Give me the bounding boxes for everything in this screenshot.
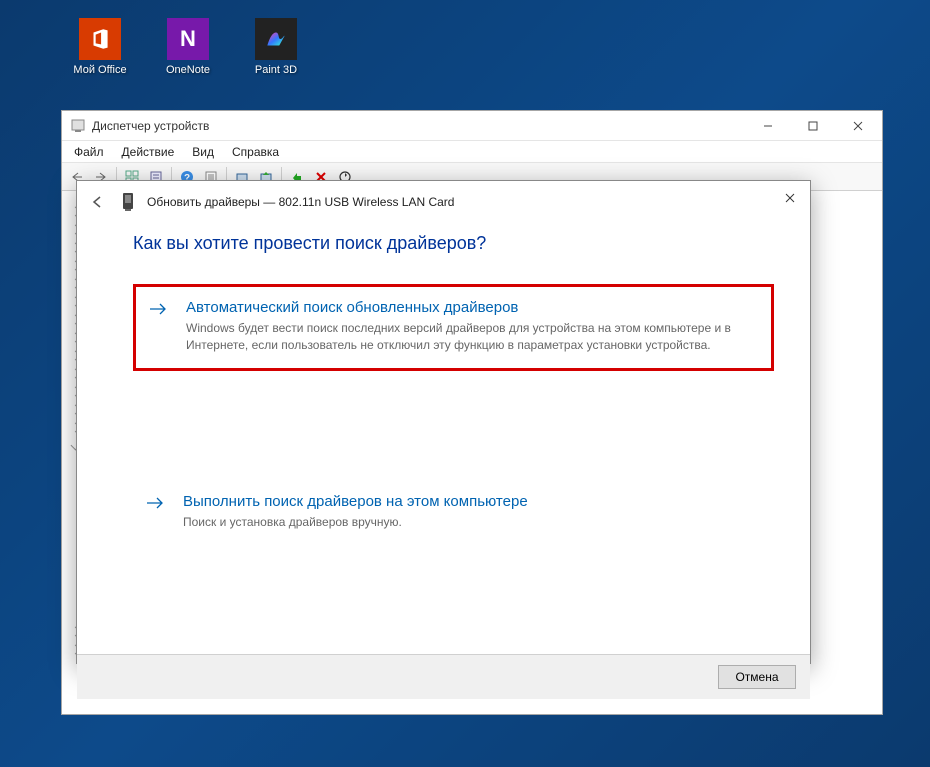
device-icon: [119, 191, 137, 213]
minimize-button[interactable]: [745, 111, 790, 140]
paint3d-icon: [255, 18, 297, 60]
option-description: Поиск и установка драйверов вручную.: [183, 514, 760, 531]
arrow-right-icon: [148, 301, 168, 317]
dialog-title: Обновить драйверы — 802.11n USB Wireless…: [147, 195, 454, 209]
arrow-right-icon: [145, 495, 165, 511]
cancel-button[interactable]: Отмена: [718, 665, 796, 689]
office-icon: [79, 18, 121, 60]
option-manual-search[interactable]: Выполнить поиск драйверов на этом компью…: [133, 481, 774, 545]
menubar: Файл Действие Вид Справка: [62, 141, 882, 163]
desktop-icon-label: OneNote: [166, 64, 210, 76]
menu-file[interactable]: Файл: [66, 143, 112, 161]
menu-help[interactable]: Справка: [224, 143, 287, 161]
desktop-icons: Мой Office N OneNote Paint 3D: [70, 18, 306, 76]
dialog-footer: Отмена: [77, 654, 810, 699]
dialog-header: Обновить драйверы — 802.11n USB Wireless…: [77, 181, 810, 221]
option-title: Автоматический поиск обновленных драйвер…: [186, 299, 757, 316]
desktop-icon-label: Мой Office: [73, 64, 126, 76]
menu-action[interactable]: Действие: [114, 143, 183, 161]
desktop-icon-onenote[interactable]: N OneNote: [158, 18, 218, 76]
dialog-device-name: 802.11n USB Wireless LAN Card: [279, 195, 455, 209]
back-button[interactable]: [87, 191, 109, 213]
titlebar[interactable]: Диспетчер устройств: [62, 111, 882, 141]
window-title: Диспетчер устройств: [92, 119, 745, 133]
dialog-question: Как вы хотите провести поиск драйверов?: [133, 233, 774, 254]
update-driver-dialog: Обновить драйверы — 802.11n USB Wireless…: [76, 180, 811, 664]
onenote-icon: N: [167, 18, 209, 60]
option-auto-search[interactable]: Автоматический поиск обновленных драйвер…: [133, 284, 774, 371]
dialog-close-button[interactable]: [776, 187, 804, 209]
dialog-title-prefix: Обновить драйверы —: [147, 195, 275, 209]
close-button[interactable]: [835, 111, 880, 140]
menu-view[interactable]: Вид: [184, 143, 222, 161]
desktop-icon-office[interactable]: Мой Office: [70, 18, 130, 76]
option-description: Windows будет вести поиск последних верс…: [186, 320, 757, 354]
option-title: Выполнить поиск драйверов на этом компью…: [183, 493, 760, 510]
devmgr-icon: [70, 118, 86, 134]
desktop-icon-label: Paint 3D: [255, 64, 297, 76]
maximize-button[interactable]: [790, 111, 835, 140]
desktop-icon-paint3d[interactable]: Paint 3D: [246, 18, 306, 76]
